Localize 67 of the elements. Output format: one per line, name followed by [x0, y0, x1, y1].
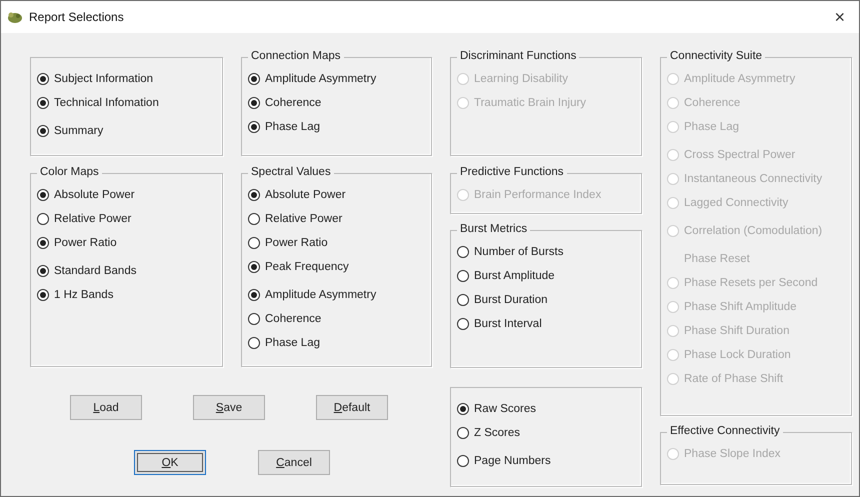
radio-option[interactable]: Phase Lag	[248, 337, 320, 349]
radio-button[interactable]	[457, 270, 469, 282]
radio-button[interactable]	[248, 73, 260, 85]
group-title: Discriminant Functions	[457, 50, 580, 62]
radio-option[interactable]: Coherence	[248, 313, 322, 325]
dialog-button[interactable]: Cancel	[258, 450, 330, 475]
dialog-button[interactable]: OK	[134, 450, 206, 475]
group-title: Predictive Functions	[457, 166, 567, 178]
section-label: Phase Reset	[683, 253, 750, 265]
window-title: Report Selections	[29, 10, 125, 24]
radio-option[interactable]: 1 Hz Bands	[37, 289, 114, 301]
radio-option[interactable]: Standard Bands	[37, 265, 136, 277]
radio-option[interactable]: Relative Power	[248, 213, 342, 225]
radio-option[interactable]: Coherence	[248, 97, 322, 109]
radio-option[interactable]: Raw Scores	[457, 403, 536, 415]
close-button[interactable]: ×	[828, 6, 851, 28]
radio-option[interactable]: Relative Power	[37, 213, 132, 225]
group-title: Connection Maps	[248, 50, 344, 62]
radio-option[interactable]: Burst Interval	[457, 318, 542, 330]
group-title: Effective Connectivity	[667, 425, 783, 437]
dialog-button[interactable]: Load	[70, 395, 142, 420]
radio-option[interactable]: Z Scores	[457, 427, 520, 439]
radio-button[interactable]	[37, 125, 49, 137]
radio-option[interactable]: Absolute Power	[248, 189, 346, 201]
radio-option[interactable]: Phase Lag	[248, 121, 320, 133]
radio-option[interactable]: Summary	[37, 125, 104, 137]
dialog-button[interactable]: Default	[316, 395, 388, 420]
radio-option[interactable]: Number of Bursts	[457, 246, 564, 258]
group-title: Color Maps	[37, 166, 102, 178]
radio-button[interactable]	[457, 455, 469, 467]
radio-option[interactable]: Amplitude Asymmetry	[248, 289, 376, 301]
radio-button[interactable]	[457, 246, 469, 258]
radio-button[interactable]	[248, 189, 260, 201]
group-title: Connectivity Suite	[667, 50, 766, 62]
radio-option[interactable]: Technical Infomation	[37, 97, 159, 109]
radio-button[interactable]	[457, 318, 469, 330]
radio-button[interactable]	[457, 427, 469, 439]
radio-button[interactable]	[37, 289, 49, 301]
radio-option[interactable]: Burst Duration	[457, 294, 548, 306]
radio-button[interactable]	[37, 265, 49, 277]
radio-button[interactable]	[248, 289, 260, 301]
radio-button[interactable]	[457, 294, 469, 306]
radio-button[interactable]	[37, 189, 49, 201]
radio-button[interactable]	[248, 213, 260, 225]
radio-button[interactable]	[37, 97, 49, 109]
radio-button[interactable]	[248, 237, 260, 249]
radio-button[interactable]	[248, 337, 260, 349]
radio-option[interactable]: Power Ratio	[248, 237, 328, 249]
radio-button[interactable]	[248, 121, 260, 133]
radio-button[interactable]	[37, 237, 49, 249]
radio-button[interactable]	[248, 313, 260, 325]
radio-button[interactable]	[457, 403, 469, 415]
radio-option[interactable]: Absolute Power	[37, 189, 135, 201]
radio-option[interactable]: Amplitude Asymmetry	[248, 73, 376, 85]
radio-option[interactable]: Page Numbers	[457, 455, 551, 467]
group-title: Burst Metrics	[457, 223, 530, 235]
radio-option[interactable]: Power Ratio	[37, 237, 117, 249]
radio-button[interactable]	[37, 213, 49, 225]
radio-button[interactable]	[248, 97, 260, 109]
app-icon	[7, 10, 23, 24]
radio-option[interactable]: Burst Amplitude	[457, 270, 555, 282]
radio-button[interactable]	[37, 73, 49, 85]
radio-option[interactable]: Peak Frequency	[248, 261, 349, 273]
group-title: Spectral Values	[248, 166, 334, 178]
radio-button[interactable]	[248, 261, 260, 273]
dialog-button[interactable]: Save	[193, 395, 265, 420]
radio-option[interactable]: Subject Information	[37, 73, 154, 85]
